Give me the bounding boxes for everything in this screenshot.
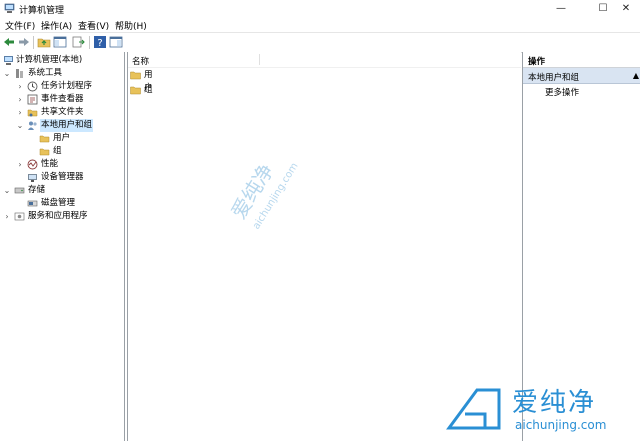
folder-icon (39, 148, 50, 156)
watermark-url: aichunjing.com (515, 418, 607, 432)
minimize-button[interactable]: — (547, 0, 575, 18)
tree-item-label: 服务和应用程序 (28, 211, 88, 221)
tree-item-label: 设备管理器 (41, 172, 84, 182)
actions-section-local-users-groups[interactable]: 本地用户和组 ▲ (523, 68, 640, 84)
disk-icon (27, 200, 38, 207)
toolbar: ? (0, 32, 640, 53)
folder-icon (130, 71, 141, 80)
tree-item-task-scheduler[interactable]: › 任务计划程序 (0, 80, 124, 93)
tree-item-event-viewer[interactable]: › 事件查看器 (0, 93, 124, 106)
chevron-right-icon[interactable]: › (16, 158, 24, 171)
tree-item-label: 用户 (53, 133, 71, 143)
show-hide-tree-icon[interactable] (53, 35, 67, 49)
tree-item-label: 本地用户和组 (40, 119, 94, 132)
tree-item-label: 性能 (41, 159, 59, 169)
tree-item-shared-folders[interactable]: › 共享文件夹 (0, 106, 124, 119)
menu-help[interactable]: 帮助(H) (115, 19, 147, 32)
computer-management-icon (4, 56, 13, 65)
chevron-right-icon[interactable]: › (16, 80, 24, 93)
tree-item-label: 任务计划程序 (41, 81, 93, 91)
tree-item-system-tools[interactable]: ⌄ 系统工具 (0, 67, 124, 80)
menu-bar: 文件(F) 操作(A) 查看(V) 帮助(H) (0, 18, 640, 32)
forward-arrow-icon[interactable] (17, 35, 31, 49)
title-bar: 计算机管理 — ☐ ✕ (0, 0, 640, 18)
watermark: 爱纯净 aichunjing.com (437, 380, 637, 436)
tree-item-label: 系统工具 (28, 68, 63, 78)
device-manager-icon (28, 174, 37, 182)
system-tools-icon (16, 69, 23, 78)
actions-section-title: 本地用户和组 (528, 73, 580, 83)
chevron-down-icon[interactable]: ⌄ (3, 67, 11, 80)
column-divider[interactable] (259, 54, 260, 65)
watermark-logo-faint: 爱纯净 aichunjing.com (226, 159, 300, 231)
performance-icon (27, 159, 38, 170)
tree-item-services-apps[interactable]: › 服务和应用程序 (0, 210, 124, 223)
actions-header: 操作 (523, 54, 640, 68)
tree-item-computer-management[interactable]: 计算机管理(本地) (0, 54, 124, 67)
chevron-right-icon[interactable]: › (16, 93, 24, 106)
tree-item-label: 共享文件夹 (41, 107, 84, 117)
tree-item-label: 磁盘管理 (41, 198, 76, 208)
clock-icon (27, 81, 38, 92)
watermark-logo-icon (446, 388, 501, 430)
tree-item-label: 事件查看器 (41, 94, 84, 104)
chevron-right-icon[interactable]: › (3, 210, 11, 223)
more-actions-link[interactable]: 更多操作 (545, 86, 579, 98)
svg-text:?: ? (97, 38, 102, 49)
chevron-right-icon[interactable]: › (16, 106, 24, 119)
collapse-arrow-icon[interactable]: ▲ (633, 71, 639, 80)
tree-item-groups[interactable]: 组 (0, 145, 124, 158)
tree-item-label: 组 (53, 146, 62, 156)
column-name-header[interactable]: 名称 (132, 55, 149, 67)
up-folder-icon[interactable] (37, 35, 51, 49)
tree-item-label: 计算机管理(本地) (16, 55, 83, 65)
show-action-pane-icon[interactable] (109, 35, 123, 49)
column-header: 名称 (128, 52, 521, 68)
computer-management-icon (4, 3, 15, 13)
console-tree: 计算机管理(本地) ⌄ 系统工具 › 任务计划程序 › 事件查看器 › 共享文件… (0, 52, 125, 441)
tree-item-performance[interactable]: › 性能 (0, 158, 124, 171)
tree-item-device-manager[interactable]: 设备管理器 (0, 171, 124, 184)
menu-action[interactable]: 操作(A) (41, 19, 72, 32)
users-icon (28, 121, 37, 130)
tree-item-storage[interactable]: ⌄ 存储 (0, 184, 124, 197)
menu-view[interactable]: 查看(V) (78, 19, 109, 32)
shared-folder-icon (27, 109, 38, 117)
help-icon[interactable]: ? (93, 35, 107, 49)
chevron-down-icon[interactable]: ⌄ (3, 184, 11, 197)
window-title: 计算机管理 (19, 6, 65, 16)
folder-icon (130, 86, 141, 95)
tree-item-label: 存储 (28, 185, 46, 195)
tree-item-disk-management[interactable]: 磁盘管理 (0, 197, 124, 210)
export-list-icon[interactable] (71, 35, 85, 49)
back-arrow-icon[interactable] (2, 35, 16, 49)
chevron-down-icon[interactable]: ⌄ (16, 119, 24, 132)
list-item-label: 组 (144, 85, 153, 95)
menu-file[interactable]: 文件(F) (5, 19, 35, 32)
close-button[interactable]: ✕ (612, 0, 640, 18)
watermark-brand: 爱纯净 (512, 388, 597, 418)
services-icon (14, 212, 25, 221)
storage-icon (14, 187, 25, 194)
tree-item-local-users-groups[interactable]: ⌄ 本地用户和组 (0, 119, 124, 132)
folder-icon (39, 135, 50, 143)
event-viewer-icon (27, 94, 38, 105)
tree-item-users[interactable]: 用户 (0, 132, 124, 145)
actions-title: 操作 (528, 57, 546, 67)
